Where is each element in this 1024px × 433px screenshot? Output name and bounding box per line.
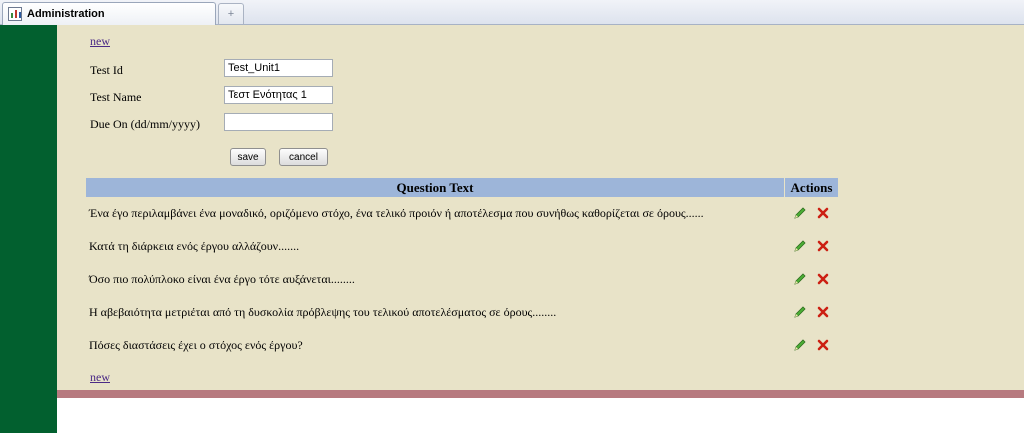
header-actions: Actions: [785, 178, 838, 197]
tab-administration[interactable]: Administration: [2, 2, 216, 25]
plus-icon: +: [227, 8, 235, 20]
test-name-field[interactable]: [224, 86, 333, 104]
main-content: new Test Id Test Name Due On (dd/mm/yyyy…: [57, 25, 1024, 390]
test-id-field[interactable]: [224, 59, 333, 77]
browser-tab-bar: Administration +: [0, 0, 1024, 25]
question-text: Η αβεβαιότητα μετριέται από τη δυσκολία …: [89, 305, 557, 319]
new-link-bottom[interactable]: new: [90, 370, 110, 385]
header-question-text: Question Text: [86, 178, 784, 197]
delete-x-icon[interactable]: [816, 239, 830, 253]
pencil-edit-icon[interactable]: [793, 272, 807, 286]
questions-table: Question Text Actions Ένα έγο περιλαμβάν…: [86, 178, 839, 362]
save-button[interactable]: save: [230, 148, 266, 166]
admin-chart-icon: [8, 7, 22, 21]
left-sidebar-strip: [0, 25, 57, 433]
pencil-edit-icon[interactable]: [793, 206, 807, 220]
table-row: Ένα έγο περιλαμβάνει ένα μοναδικό, οριζό…: [86, 197, 839, 230]
test-name-label: Test Name: [90, 90, 142, 104]
new-link-top[interactable]: new: [90, 34, 110, 49]
table-row: Κατά τη διάρκεια ενός έργου αλλάζουν....…: [86, 230, 839, 263]
table-row: Πόσες διαστάσεις έχει ο στόχος ενός έργο…: [86, 329, 839, 362]
question-text: Πόσες διαστάσεις έχει ο στόχος ενός έργο…: [89, 338, 303, 352]
due-on-field[interactable]: [224, 113, 333, 131]
footer-bar: [57, 390, 1024, 398]
table-row: Η αβεβαιότητα μετριέται από τη δυσκολία …: [86, 296, 839, 329]
test-id-label: Test Id: [90, 63, 123, 77]
pencil-edit-icon[interactable]: [793, 305, 807, 319]
pencil-edit-icon[interactable]: [793, 239, 807, 253]
question-text: Όσο πιο πολύπλοκο είναι ένα έργο τότε αυ…: [89, 272, 355, 286]
delete-x-icon[interactable]: [816, 305, 830, 319]
delete-x-icon[interactable]: [816, 338, 830, 352]
table-row: Όσο πιο πολύπλοκο είναι ένα έργο τότε αυ…: [86, 263, 839, 296]
delete-x-icon[interactable]: [816, 206, 830, 220]
table-header: Question Text Actions: [86, 178, 839, 197]
question-text: Κατά τη διάρκεια ενός έργου αλλάζουν....…: [89, 239, 300, 253]
question-text: Ένα έγο περιλαμβάνει ένα μοναδικό, οριζό…: [89, 206, 704, 220]
delete-x-icon[interactable]: [816, 272, 830, 286]
cancel-button[interactable]: cancel: [279, 148, 328, 166]
pencil-edit-icon[interactable]: [793, 338, 807, 352]
due-on-label: Due On (dd/mm/yyyy): [90, 117, 200, 131]
tab-title: Administration: [27, 8, 105, 20]
new-tab-button[interactable]: +: [218, 3, 244, 24]
